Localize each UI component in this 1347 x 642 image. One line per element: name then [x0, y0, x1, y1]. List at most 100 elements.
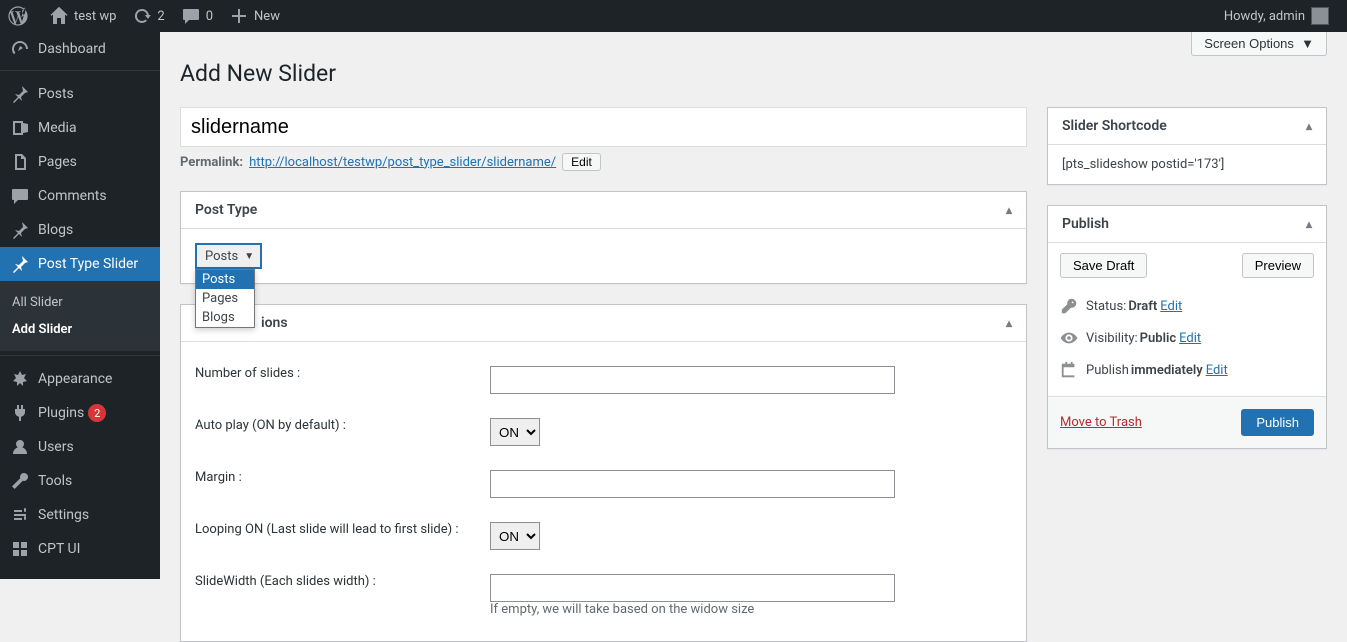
plugins-icon — [10, 403, 30, 423]
new-label: New — [254, 9, 280, 24]
visibility-row: Visibility: Public Edit — [1060, 322, 1314, 354]
toggle-icon[interactable]: ▴ — [1306, 119, 1312, 133]
schedule-row: Publish immediately Edit — [1060, 354, 1314, 386]
submenu-all-slider[interactable]: All Slider — [0, 289, 160, 316]
menu-label: Posts — [38, 86, 74, 102]
autoplay-label: Auto play (ON by default) : — [195, 406, 490, 458]
shortcode-box: Slider Shortcode ▴ [pts_slideshow postid… — [1047, 107, 1327, 185]
howdy[interactable]: Howdy, admin — [1216, 0, 1337, 32]
comments-count: 0 — [206, 9, 213, 24]
margin-input[interactable] — [490, 470, 895, 498]
comment-icon — [181, 6, 201, 26]
menu-comments[interactable]: Comments — [0, 179, 160, 213]
avatar — [1311, 7, 1329, 25]
post-type-option-blogs[interactable]: Blogs — [196, 308, 254, 327]
publish-edit[interactable]: Edit — [1206, 363, 1228, 378]
menu-tools[interactable]: Tools — [0, 464, 160, 498]
menu-label: Pages — [38, 154, 77, 170]
menu-cpt-ui[interactable]: CPT UI — [0, 532, 160, 566]
menu-appearance[interactable]: Appearance — [0, 362, 160, 396]
pin-icon — [10, 220, 30, 240]
post-type-option-posts[interactable]: Posts — [196, 270, 254, 289]
menu-post-type-slider[interactable]: Post Type Slider — [0, 247, 160, 281]
move-to-trash[interactable]: Move to Trash — [1060, 415, 1142, 430]
site-name-label: test wp — [74, 9, 116, 24]
shortcode-box-title: Slider Shortcode — [1062, 118, 1167, 134]
chevron-down-icon: ▼ — [244, 251, 254, 262]
updates-count: 2 — [157, 9, 164, 24]
preview-button[interactable]: Preview — [1242, 253, 1314, 278]
home-icon — [49, 6, 69, 26]
page-title: Add New Slider — [180, 60, 1327, 87]
shortcode-value: [pts_slideshow postid='173'] — [1062, 157, 1224, 172]
slidewidth-hint: If empty, we will take based on the wido… — [490, 602, 754, 617]
menu-plugins[interactable]: Plugins 2 — [0, 396, 160, 430]
menu-dashboard[interactable]: Dashboard — [0, 32, 160, 66]
comment-icon — [10, 186, 30, 206]
menu-settings[interactable]: Settings — [0, 498, 160, 532]
screen-options[interactable]: Screen Options ▼ — [1191, 32, 1327, 56]
toggle-icon[interactable]: ▴ — [1306, 217, 1312, 231]
looping-label: Looping ON (Last slide will lead to firs… — [195, 510, 490, 562]
menu-label: Post Type Slider — [38, 256, 138, 272]
visibility-value: Public — [1140, 331, 1176, 346]
post-type-select[interactable]: Posts ▼ — [195, 243, 262, 269]
post-type-option-pages[interactable]: Pages — [196, 289, 254, 308]
publish-button[interactable]: Publish — [1241, 409, 1314, 436]
menu-label: Users — [38, 439, 74, 455]
calendar-icon — [1060, 361, 1078, 379]
num-slides-input[interactable] — [490, 366, 895, 394]
visibility-edit[interactable]: Edit — [1179, 331, 1201, 346]
menu-pages[interactable]: Pages — [0, 145, 160, 179]
site-name[interactable]: test wp — [41, 0, 124, 32]
save-draft-button[interactable]: Save Draft — [1060, 253, 1147, 278]
comments-bar[interactable]: 0 — [173, 0, 221, 32]
toggle-icon[interactable]: ▴ — [1006, 316, 1012, 330]
screen-options-button[interactable]: Screen Options ▼ — [1191, 32, 1327, 56]
plugins-update-badge: 2 — [88, 404, 106, 422]
menu-media[interactable]: Media — [0, 111, 160, 145]
separator — [0, 351, 160, 356]
dashboard-icon — [10, 39, 30, 59]
margin-label: Margin : — [195, 458, 490, 510]
submenu-add-slider[interactable]: Add Slider — [0, 316, 160, 343]
publish-value: immediately — [1131, 363, 1203, 378]
menu-label: Comments — [38, 188, 107, 204]
pin-icon — [10, 254, 30, 274]
permalink-edit-button[interactable]: Edit — [562, 153, 601, 171]
slider-options-box: ions ▴ Number of slides : Auto play (ON … — [180, 304, 1027, 642]
wp-logo[interactable] — [0, 0, 41, 32]
status-edit[interactable]: Edit — [1160, 299, 1182, 314]
new-content[interactable]: New — [221, 0, 288, 32]
status-label: Status: — [1086, 299, 1126, 314]
howdy-label: Howdy, admin — [1224, 9, 1305, 24]
autoplay-select[interactable]: ON — [490, 418, 540, 446]
publish-box-title: Publish — [1062, 216, 1109, 232]
permalink-url[interactable]: http://localhost/testwp/post_type_slider… — [249, 155, 556, 170]
slidewidth-input[interactable] — [490, 574, 895, 602]
updates-icon — [132, 6, 152, 26]
updates[interactable]: 2 — [124, 0, 172, 32]
key-icon — [1060, 297, 1078, 315]
looping-select[interactable]: ON — [490, 522, 540, 550]
menu-label: Plugins — [38, 405, 84, 421]
separator — [0, 66, 160, 71]
permalink-row: Permalink: http://localhost/testwp/post_… — [180, 153, 1027, 171]
status-row: Status: Draft Edit — [1060, 290, 1314, 322]
publish-box: Publish ▴ Save Draft Preview Status: Dra… — [1047, 205, 1327, 449]
menu-blogs[interactable]: Blogs — [0, 213, 160, 247]
toggle-icon[interactable]: ▴ — [1006, 203, 1012, 217]
post-title-input[interactable] — [180, 107, 1027, 147]
menu-posts[interactable]: Posts — [0, 77, 160, 111]
visibility-label: Visibility: — [1086, 331, 1138, 346]
media-icon — [10, 118, 30, 138]
menu-label: CPT UI — [38, 541, 80, 557]
num-slides-label: Number of slides : — [195, 354, 490, 406]
tools-icon — [10, 471, 30, 491]
menu-label: Settings — [38, 507, 89, 523]
menu-users[interactable]: Users — [0, 430, 160, 464]
wordpress-icon — [8, 6, 28, 26]
post-type-box-title: Post Type — [195, 202, 257, 218]
menu-label: Appearance — [38, 371, 112, 387]
permalink-label: Permalink: — [180, 155, 243, 170]
